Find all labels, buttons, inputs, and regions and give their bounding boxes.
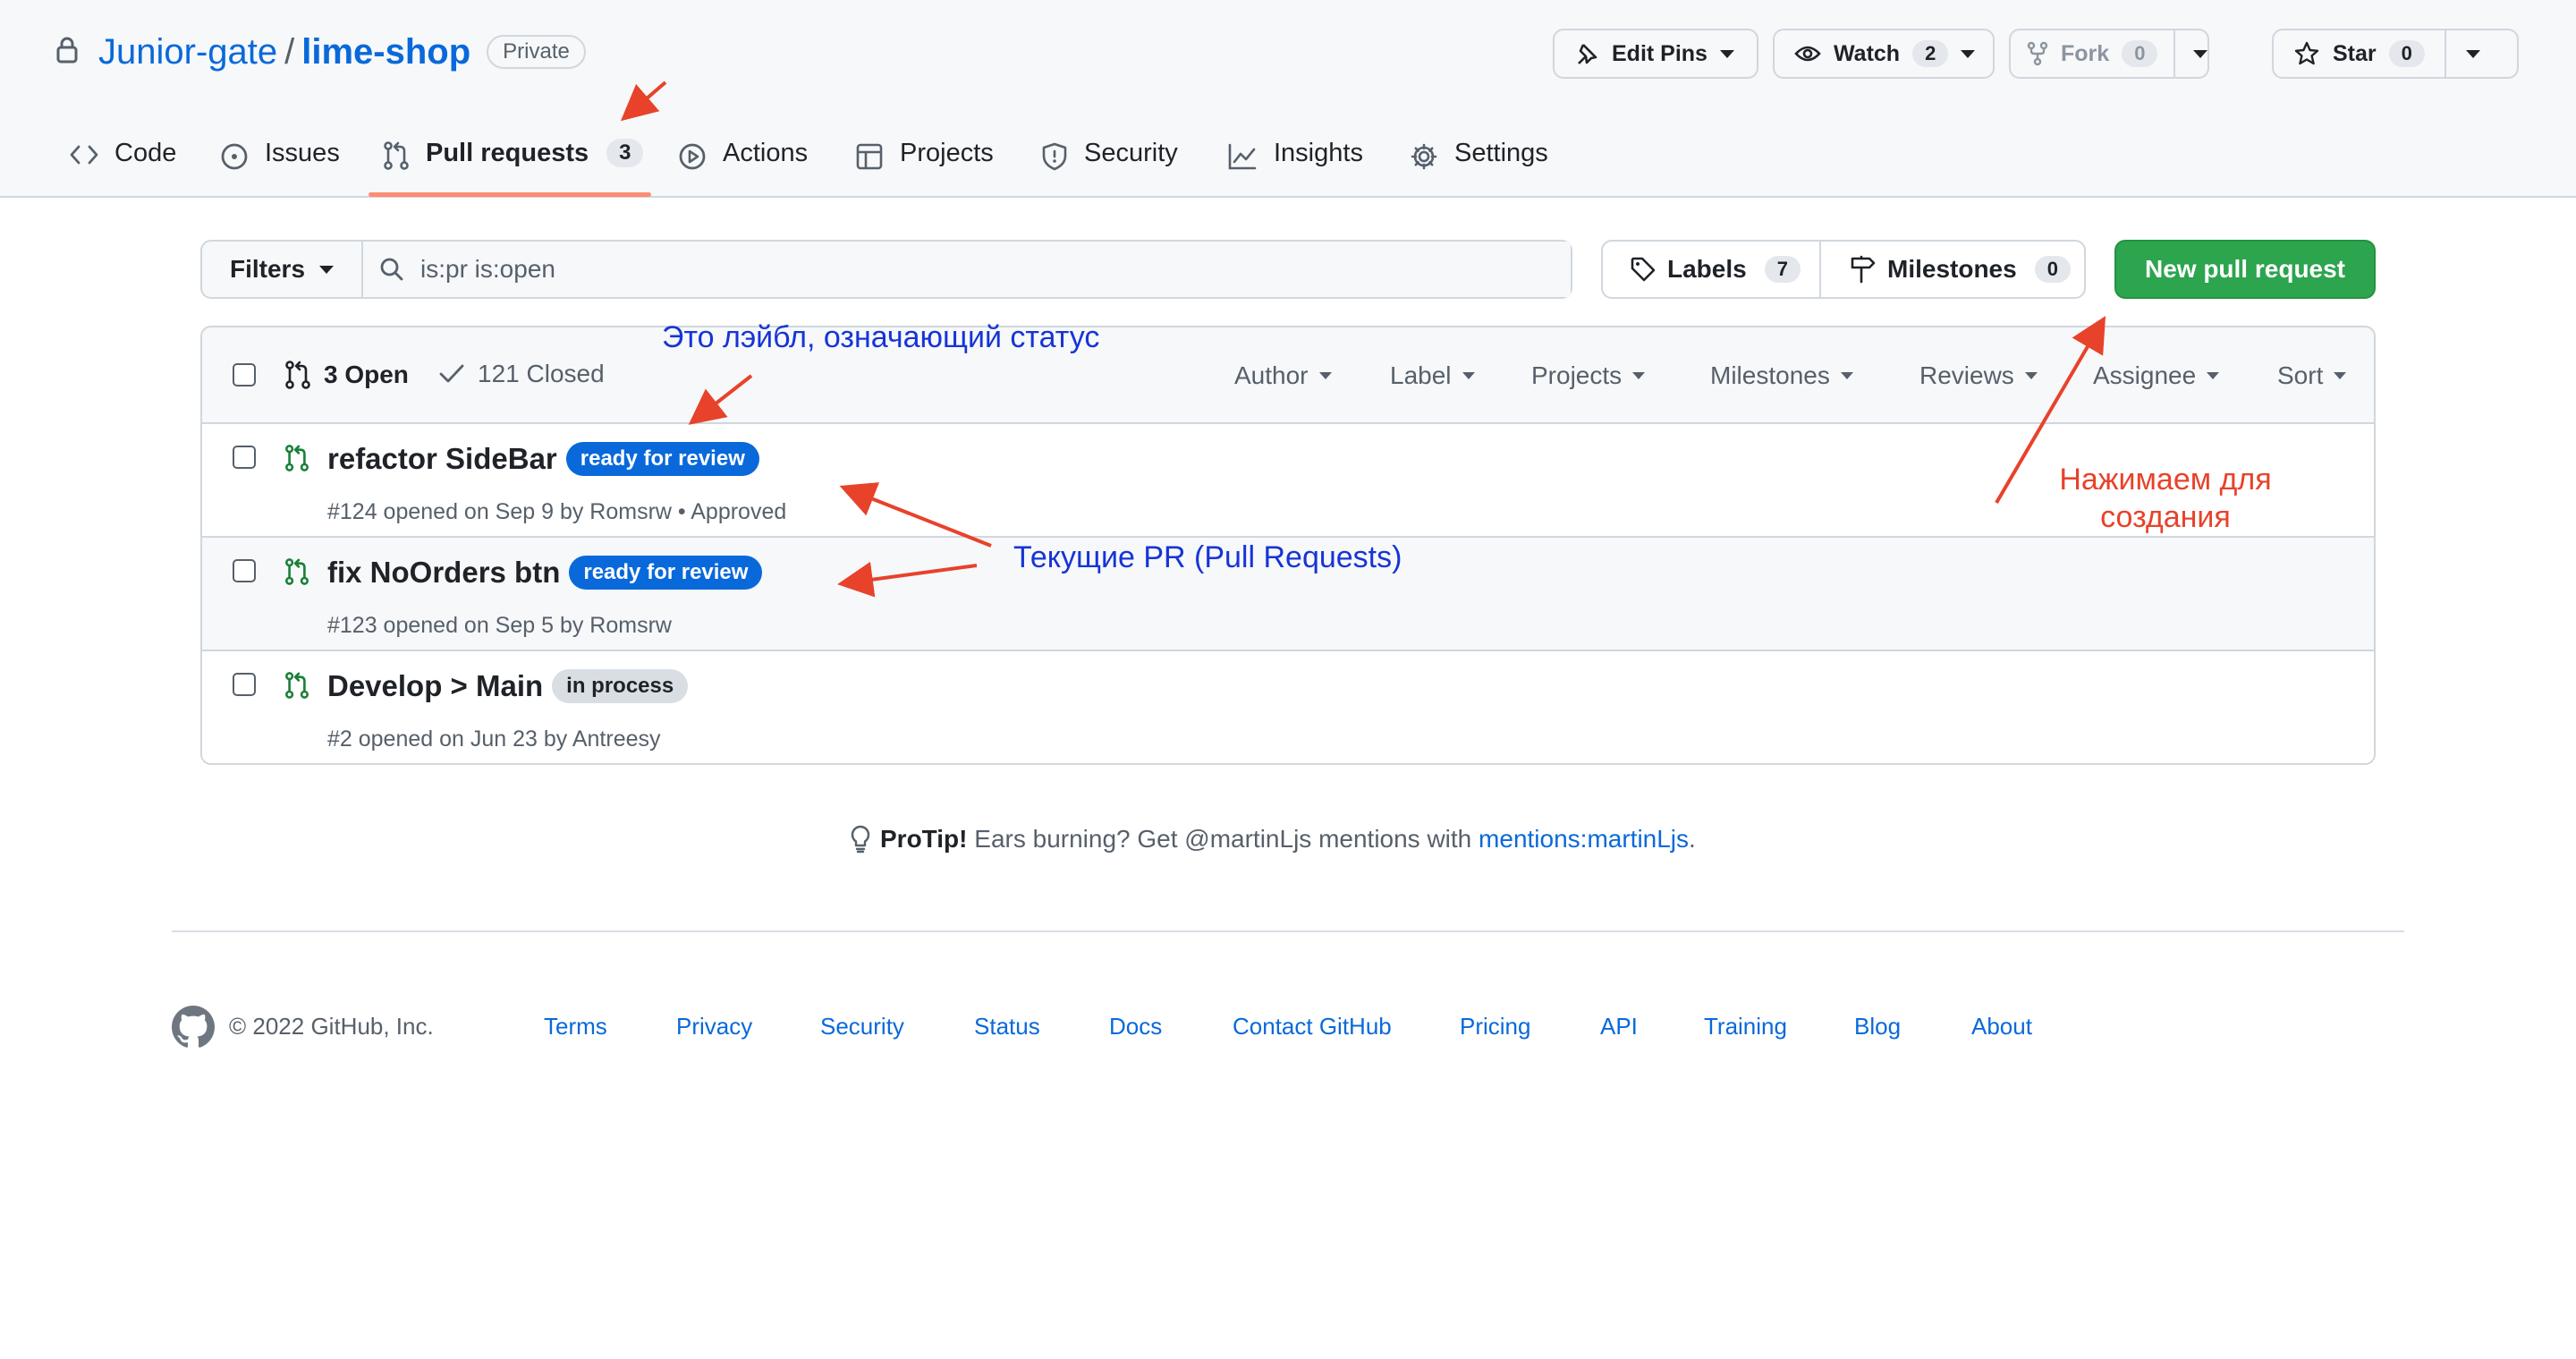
arrow-to-label — [688, 374, 753, 425]
arrow-to-pr-tab — [620, 81, 667, 122]
annotation-arrows — [620, 81, 2106, 598]
arrow-to-new-pr — [1995, 316, 2106, 505]
arrow-to-row-2 — [837, 561, 978, 598]
arrow-to-row-1 — [839, 482, 992, 548]
